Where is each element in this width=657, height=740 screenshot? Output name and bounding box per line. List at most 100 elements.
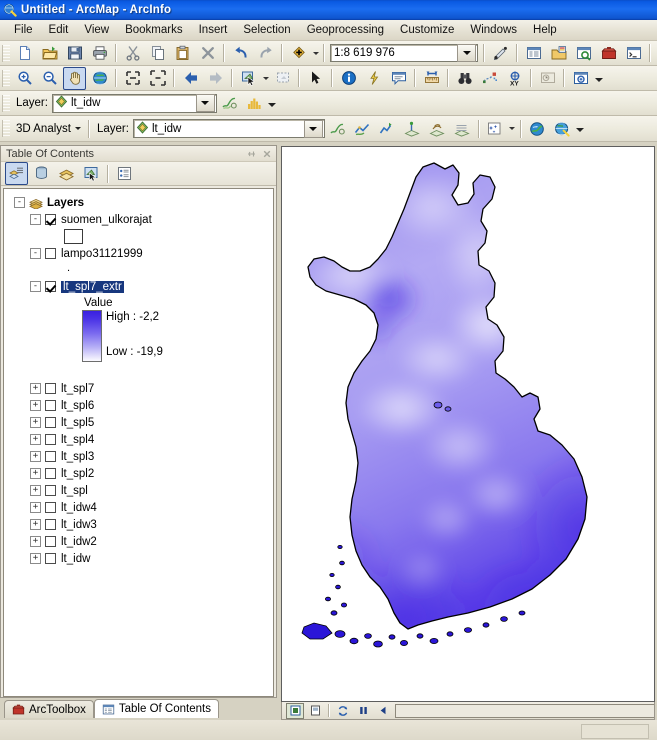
pause-drawing-icon[interactable] [354,703,372,719]
expander-toggle[interactable]: - [30,214,41,225]
interpolate-line-icon[interactable] [351,117,374,140]
toc-symbol-polygon-white[interactable] [4,228,273,245]
toc-layer-lt_idw[interactable]: + lt_idw [4,550,273,567]
full-extent-globe-icon[interactable] [88,67,111,90]
toc-layer-lt_spl7_extr[interactable]: - lt_spl7_extr [4,278,273,295]
toolbar-grip[interactable] [2,94,10,112]
search-icon[interactable] [572,42,595,65]
forward-extent-icon[interactable] [204,67,227,90]
expander-toggle[interactable]: + [30,468,41,479]
expander-toggle[interactable]: + [30,434,41,445]
data-view-icon[interactable] [286,702,304,719]
point-cloud-dropdown-icon[interactable] [508,118,517,139]
layer-visibility-checkbox[interactable] [45,519,56,530]
spatial-analyst-layer-combobox[interactable]: lt_idw [51,93,217,113]
arcglobe-icon[interactable] [551,117,574,140]
toc-layer-lt_spl3[interactable]: + lt_spl3 [4,448,273,465]
menu-customize[interactable]: Customize [392,22,462,38]
delete-x-icon[interactable] [196,42,219,65]
menu-insert[interactable]: Insert [191,22,236,38]
color-ramp-swatch[interactable] [82,310,102,362]
expander-toggle[interactable]: + [30,519,41,530]
toc-tree[interactable]: - Layers - suomen_ulkorajat - lampo31121… [3,188,274,697]
histogram-icon[interactable] [243,92,266,115]
expander-toggle[interactable]: + [30,553,41,564]
toolbar-grip[interactable] [2,120,10,137]
time-slider-icon[interactable] [536,67,559,90]
editor-toolbar-icon[interactable] [489,42,512,65]
layer-visibility-checkbox[interactable] [45,536,56,547]
threed-analyst-menu-button[interactable]: 3D Analyst [12,118,85,139]
add-data-dropdown-icon[interactable] [311,43,320,64]
find-binoculars-icon[interactable] [453,67,476,90]
contour-icon[interactable] [426,117,449,140]
expander-toggle[interactable]: + [30,502,41,513]
toc-layer-lt_idw4[interactable]: + lt_idw4 [4,499,273,516]
expander-toggle[interactable]: + [30,417,41,428]
menu-edit[interactable]: Edit [41,22,77,38]
expander-toggle[interactable]: + [30,485,41,496]
menu-help[interactable]: Help [525,22,565,38]
list-by-source-icon[interactable] [30,162,53,185]
menu-file[interactable]: File [6,22,41,38]
layer-visibility-checkbox[interactable] [45,485,56,496]
redo-arrow-icon[interactable] [254,42,277,65]
layer-visibility-checkbox[interactable] [45,383,56,394]
select-elements-icon[interactable] [271,67,294,90]
auto-hide-pin-icon[interactable] [246,148,258,159]
steepest-path-icon[interactable] [401,117,424,140]
arctoolbox-icon[interactable] [597,42,620,65]
copy-icon[interactable] [146,42,169,65]
tab-arctoolbox[interactable]: ArcToolbox [4,700,94,718]
toc-layer-lt_spl[interactable]: + lt_spl [4,482,273,499]
catalog-icon[interactable] [547,42,570,65]
threed-analyst-layer-combobox[interactable]: lt_idw [132,119,325,138]
undo-arrow-icon[interactable] [229,42,252,65]
back-extent-icon[interactable] [179,67,202,90]
print-icon[interactable] [88,42,111,65]
expander-toggle[interactable]: + [30,400,41,411]
html-popup-icon[interactable] [387,67,410,90]
layout-view-icon[interactable] [306,703,324,719]
select-features-icon[interactable] [237,67,260,90]
menu-selection[interactable]: Selection [235,22,298,38]
toc-layer-lt_spl4[interactable]: + lt_spl4 [4,431,273,448]
list-by-visibility-icon[interactable] [55,162,78,185]
map-scale-combobox[interactable]: 1:8 619 976 [330,44,478,62]
paste-icon[interactable] [171,42,194,65]
expander-toggle[interactable]: - [30,281,41,292]
spatial-analyst-overflow[interactable] [267,93,278,114]
toc-layer-lt_idw3[interactable]: + lt_idw3 [4,516,273,533]
layer-visibility-checkbox[interactable] [45,451,56,462]
layer-visibility-checkbox[interactable] [45,434,56,445]
layer-visibility-checkbox[interactable] [45,502,56,513]
list-by-drawing-order-icon[interactable] [5,162,28,185]
chevron-down-icon[interactable] [303,119,323,138]
toc-layer-lt_idw2[interactable]: + lt_idw2 [4,533,273,550]
list-by-selection-icon[interactable] [80,162,103,185]
menu-windows[interactable]: Windows [462,22,525,38]
chevron-down-icon[interactable] [195,94,215,112]
create-viewer-window-icon[interactable] [569,67,592,90]
expander-toggle[interactable]: + [30,536,41,547]
menu-view[interactable]: View [76,22,117,38]
close-icon[interactable] [261,148,273,159]
menu-bookmarks[interactable]: Bookmarks [117,22,191,38]
toc-root-layers[interactable]: - Layers [4,194,273,211]
toc-symbol-point-dot[interactable]: . [4,262,273,274]
layer-visibility-checkbox[interactable] [45,281,56,292]
zoom-in-icon[interactable] [13,67,36,90]
expander-toggle[interactable]: - [30,248,41,259]
layer-visibility-checkbox[interactable] [45,214,56,225]
expander-toggle[interactable]: - [14,197,25,208]
map-bar-track[interactable] [395,703,654,718]
menu-geoprocessing[interactable]: Geoprocessing [299,22,392,38]
go-to-xy-icon[interactable]: XY [503,67,526,90]
layer-visibility-checkbox[interactable] [45,400,56,411]
toc-layer-lampo31121999[interactable]: - lampo31121999 [4,245,273,262]
toc-layer-suomen_ulkorajat[interactable]: - suomen_ulkorajat [4,211,273,228]
options-icon[interactable] [113,162,136,185]
zoom-out-icon[interactable] [38,67,61,90]
expander-toggle[interactable]: + [30,451,41,462]
python-window-icon[interactable] [622,42,645,65]
